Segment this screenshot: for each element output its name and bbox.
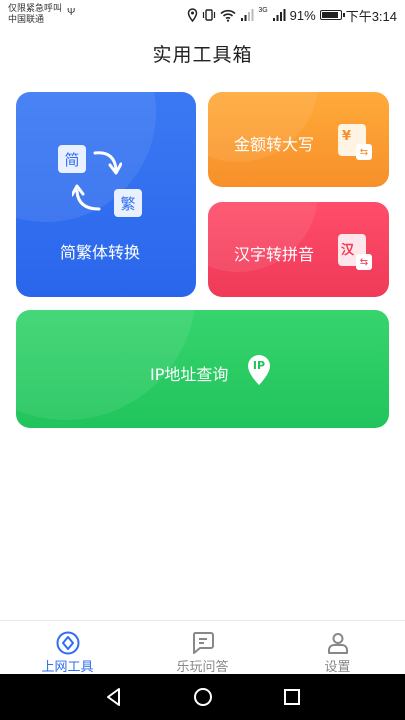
usb-icon: Ψ xyxy=(67,7,76,18)
signal-icon-2 xyxy=(272,9,286,21)
signal-icon xyxy=(240,9,254,21)
page-title: 实用工具箱 xyxy=(152,44,253,66)
wifi-icon xyxy=(220,9,236,22)
carrier-info: 仅限紧急呼叫 中国联通 xyxy=(8,3,62,25)
ip-pin-icon: IP xyxy=(247,354,271,386)
nav-tab-settings[interactable]: 设置 xyxy=(270,621,405,675)
vibrate-icon xyxy=(202,8,216,22)
status-bar: 仅限紧急呼叫 中国联通 Ψ 3G 91% 下午3:14 xyxy=(0,0,405,30)
battery-icon xyxy=(319,10,345,20)
arrow-right-icon xyxy=(93,151,122,175)
hanzi-symbol: 汉 xyxy=(341,243,355,258)
ip-pin-label: IP xyxy=(252,359,266,372)
compass-icon xyxy=(56,631,79,655)
back-icon[interactable] xyxy=(102,685,126,709)
battery-percent: 91% xyxy=(289,7,316,23)
fan-box: 繁 xyxy=(114,189,142,217)
nav-tab-tools[interactable]: 上网工具 xyxy=(0,621,135,675)
yuan-symbol: ¥ xyxy=(342,129,352,144)
tool-label-jine: 金额转大写 xyxy=(234,135,315,154)
tool-label-jianfan: 简繁体转换 xyxy=(60,243,141,262)
home-icon[interactable] xyxy=(191,685,215,709)
network-type: 3G xyxy=(258,6,268,14)
yuan-icon: ¥ ⇆ xyxy=(338,124,372,160)
chat-icon xyxy=(192,632,214,654)
swap-icon: ⇆ xyxy=(356,144,372,160)
jian-box: 简 xyxy=(58,145,86,173)
location-icon xyxy=(187,8,198,22)
nav-tab-qa[interactable]: 乐玩问答 xyxy=(135,621,270,675)
hanzi-icon: 汉 ⇆ xyxy=(338,234,372,270)
nav-label-tools: 上网工具 xyxy=(41,660,94,675)
tool-label-pinyin: 汉字转拼音 xyxy=(234,245,315,264)
swap-icon: ⇆ xyxy=(356,254,372,270)
user-icon xyxy=(327,633,348,654)
carrier-name: 中国联通 xyxy=(8,14,45,24)
clock: 下午3:14 xyxy=(345,8,397,24)
status-icons: 3G 91% 下午3:14 xyxy=(187,6,397,24)
bottom-nav: 上网工具 乐玩问答 设置 xyxy=(0,620,405,675)
nav-label-qa: 乐玩问答 xyxy=(176,660,229,675)
convert-icon: 简 繁 xyxy=(58,145,142,217)
system-nav-bar xyxy=(0,674,405,720)
nav-label-settings: 设置 xyxy=(324,660,351,675)
tool-label-ip: IP地址查询 xyxy=(150,365,229,384)
emergency-only-text: 仅限紧急呼叫 xyxy=(8,3,63,13)
arrow-left-icon xyxy=(72,184,101,211)
recents-icon[interactable] xyxy=(280,685,304,709)
